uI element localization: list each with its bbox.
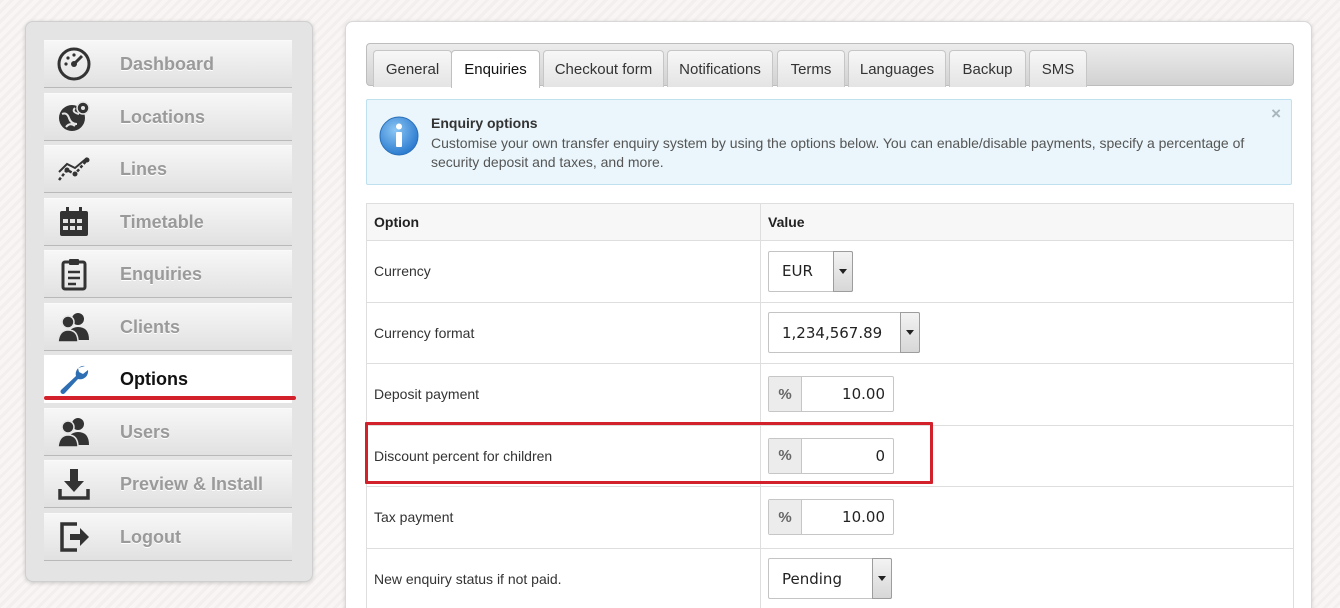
clipboard-icon [56,256,92,292]
column-header-value: Value [761,204,1294,240]
deposit-payment-field[interactable]: % 10.00 [768,376,894,413]
currency-format-select[interactable]: 1,234,567.89 [768,312,920,354]
chevron-down-icon[interactable] [900,312,920,354]
table-row: Currency format 1,234,567.89 [366,302,1294,364]
option-label: Currency format [366,302,761,363]
deposit-payment-input[interactable]: 10.00 [802,377,893,411]
sidebar-item-label: Logout [120,526,181,547]
close-icon[interactable]: × [1271,104,1281,124]
info-title: Enquiry options [431,115,538,131]
percent-addon: % [769,500,802,535]
option-label: Currency [366,241,761,302]
info-box: × Enquiry options Customise your own tra… [366,99,1292,185]
sidebar-item-label: Lines [120,158,168,179]
sidebar-item-label: Locations [120,106,206,127]
percent-addon: % [769,438,802,473]
table-row: Deposit payment % 10.00 [366,364,1294,426]
active-item-underline [44,396,296,400]
sidebar-item-enquiries[interactable]: Enquiries [44,250,292,298]
tab-general[interactable]: General [373,50,452,87]
enquiry-status-select[interactable]: Pending [768,558,892,600]
sidebar-item-label: Timetable [120,211,204,232]
sidebar-item-timetable[interactable]: Timetable [44,198,292,246]
select-value: Pending [782,569,842,588]
sidebar-item-preview-install[interactable]: Preview & Install [44,460,292,508]
chevron-down-icon[interactable] [872,558,892,600]
tax-payment-input[interactable]: 10.00 [802,500,893,534]
logout-icon [56,519,92,555]
column-header-option: Option [366,204,761,240]
calendar-icon [56,204,92,240]
sidebar: Dashboard Locations Lines Timetable Enqu… [25,21,313,582]
line-graph-icon [56,151,92,187]
sidebar-item-clients[interactable]: Clients [44,303,292,351]
sidebar-item-dashboard[interactable]: Dashboard [44,40,292,88]
people-icon [56,414,92,450]
option-label: Tax payment [366,487,761,548]
globe-pin-icon [56,99,92,135]
info-icon [379,116,419,156]
children-discount-input[interactable]: 0 [802,439,893,473]
sidebar-item-label: Clients [120,316,181,337]
percent-addon: % [769,377,802,412]
wrench-icon [56,361,92,397]
table-row: Currency EUR [366,241,1294,303]
sidebar-item-locations[interactable]: Locations [44,93,292,141]
sidebar-item-label: Options [120,368,188,389]
tab-languages[interactable]: Languages [848,50,946,87]
tab-enquiries[interactable]: Enquiries [451,50,540,88]
children-discount-field[interactable]: % 0 [768,437,894,474]
info-description: Customise your own transfer enquiry syst… [431,135,1245,170]
select-value: EUR [782,262,813,281]
tab-terms[interactable]: Terms [777,50,845,87]
table-row: Tax payment % 10.00 [366,487,1294,549]
option-label: Deposit payment [366,364,761,425]
sidebar-item-label: Preview & Install [120,473,264,494]
tax-payment-field[interactable]: % 10.00 [768,499,894,536]
people-icon [56,309,92,345]
select-value: 1,234,567.89 [782,323,883,342]
sidebar-item-logout[interactable]: Logout [44,513,292,561]
table-header-row: Option Value [366,204,1294,241]
tab-backup[interactable]: Backup [949,50,1026,87]
currency-select[interactable]: EUR [768,250,853,292]
download-icon [56,466,92,502]
sidebar-item-label: Users [120,421,171,442]
sidebar-item-label: Enquiries [120,263,203,284]
chevron-down-icon[interactable] [833,250,853,292]
table-row: Discount percent for children % 0 [366,425,1294,487]
option-label: Discount percent for children [366,425,761,486]
tab-sms[interactable]: SMS [1029,50,1087,87]
options-panel: General Enquiries Checkout form Notifica… [345,21,1312,608]
tab-checkout-form[interactable]: Checkout form [543,50,664,87]
option-label: New enquiry status if not paid. [366,548,761,608]
sidebar-item-label: Dashboard [120,53,215,74]
speedometer-icon [56,46,92,82]
table-row: New enquiry status if not paid. Pending [366,548,1294,608]
sidebar-item-users[interactable]: Users [44,408,292,456]
sidebar-item-lines[interactable]: Lines [44,145,292,193]
options-table: Option Value Currency EUR Currency forma… [366,203,1294,608]
tab-notifications[interactable]: Notifications [667,50,773,87]
tab-bar: General Enquiries Checkout form Notifica… [366,43,1294,108]
